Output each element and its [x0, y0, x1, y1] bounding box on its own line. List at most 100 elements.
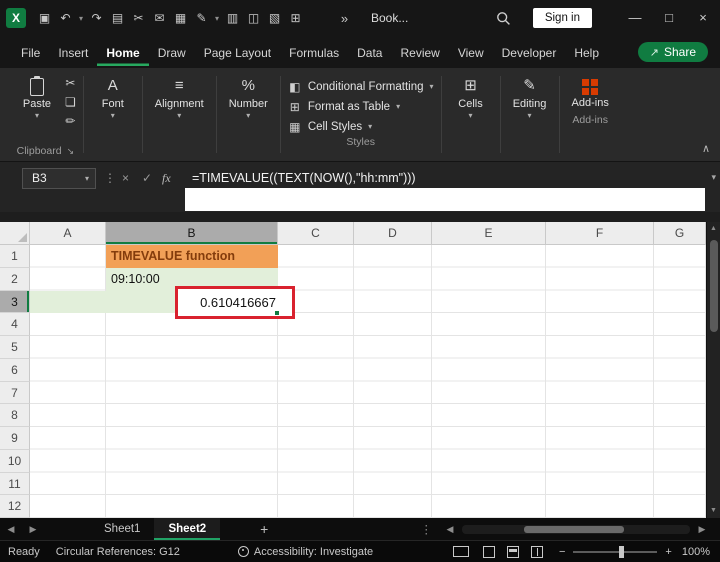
fill-handle[interactable] [274, 310, 280, 316]
maximize-button[interactable]: □ [652, 0, 686, 36]
row-header-11[interactable]: 11 [0, 472, 30, 496]
tab-file[interactable]: File [12, 39, 49, 66]
vertical-scrollbar[interactable]: ▲ ▼ [706, 222, 720, 518]
tabbar-splitter-icon[interactable]: ⋮ [421, 522, 433, 536]
tab-data[interactable]: Data [348, 39, 391, 66]
column-header-B[interactable]: B [106, 222, 278, 245]
scroll-up-icon[interactable]: ▲ [707, 222, 720, 236]
zoom-in-button[interactable]: + [665, 546, 671, 558]
editing-button[interactable]: ✎ Editing ▾ [508, 73, 552, 123]
excel-logo-icon[interactable]: X [6, 8, 26, 28]
row-header-12[interactable]: 12 [0, 495, 30, 518]
cancel-icon[interactable]: × [122, 171, 129, 185]
insert-function-icon[interactable]: fx [162, 171, 171, 186]
print-icon[interactable]: ▥ [222, 11, 243, 25]
column-header-F[interactable]: F [546, 222, 654, 245]
zoom-slider-thumb[interactable] [619, 545, 625, 558]
column-header-G[interactable]: G [654, 222, 706, 245]
conditional-formatting-button[interactable]: ◧ Conditional Formatting ▾ [288, 79, 433, 94]
tab-view[interactable]: View [449, 39, 493, 66]
zoom-level[interactable]: 100% [682, 546, 710, 558]
row-header-6[interactable]: 6 [0, 358, 30, 382]
alignment-button[interactable]: ≡ Alignment ▾ [150, 73, 209, 123]
view-page-break-icon[interactable] [530, 545, 543, 558]
enter-icon[interactable]: ✓ [142, 171, 152, 185]
tab-help[interactable]: Help [565, 39, 608, 66]
sheet-nav-left-icon[interactable]: ◀ [0, 524, 22, 535]
format-painter-button[interactable]: ✏ [65, 115, 76, 128]
column-header-E[interactable]: E [432, 222, 546, 245]
status-circular-references[interactable]: Circular References: G12 [56, 546, 180, 558]
horizontal-scroll-thumb[interactable] [524, 525, 624, 533]
tab-sheet1[interactable]: Sheet1 [90, 518, 154, 540]
workbook-icon[interactable]: ▤ [107, 11, 128, 25]
collapse-ribbon-icon[interactable]: ∧ [702, 142, 710, 155]
column-header-A[interactable]: A [30, 222, 106, 245]
addins-button[interactable]: Add-ins [567, 73, 614, 112]
cell-A3[interactable] [30, 290, 106, 314]
add-sheet-button[interactable]: + [254, 521, 274, 537]
sheet-nav-right-icon[interactable]: ▶ [22, 524, 44, 535]
chart-icon[interactable]: ▦ [170, 11, 191, 25]
tab-home[interactable]: Home [97, 39, 148, 66]
row-header-3[interactable]: 3 [0, 290, 30, 314]
clipboard-dialog-launcher[interactable]: ↘ [67, 146, 75, 157]
tab-draw[interactable]: Draw [149, 39, 195, 66]
h-scroll-left-icon[interactable]: ◀ [442, 524, 458, 535]
redo-icon[interactable]: ↷ [86, 11, 107, 25]
row-header-2[interactable]: 2 [0, 267, 30, 291]
paste-button[interactable]: Paste ▾ [15, 73, 59, 123]
formula-bar-expanded-area[interactable] [185, 188, 705, 211]
copy-button[interactable]: ❏ [65, 96, 76, 109]
horizontal-scrollbar[interactable] [462, 524, 690, 534]
view-normal-icon[interactable] [482, 545, 495, 558]
format-as-table-button[interactable]: ⊞ Format as Table ▾ [288, 99, 434, 114]
status-accessibility[interactable]: Accessibility: Investigate [237, 546, 373, 558]
mail-icon[interactable]: ✉ [149, 11, 170, 25]
tab-page-layout[interactable]: Page Layout [195, 39, 280, 66]
formula-input[interactable]: =TIMEVALUE((TEXT(NOW(),"hh:mm"))) [192, 171, 416, 185]
undo-chevron-icon[interactable]: ▾ [76, 14, 86, 23]
row-header-1[interactable]: 1 [0, 245, 30, 268]
tab-formulas[interactable]: Formulas [280, 39, 348, 66]
zoom-slider[interactable] [573, 545, 658, 558]
scroll-down-icon[interactable]: ▼ [707, 504, 720, 518]
tab-review[interactable]: Review [391, 39, 448, 66]
save-icon[interactable]: ▣ [34, 11, 55, 25]
select-all-corner[interactable] [0, 222, 30, 245]
cell-B1[interactable]: TIMEVALUE function [106, 245, 278, 268]
column-header-C[interactable]: C [278, 222, 354, 245]
row-header-5[interactable]: 5 [0, 336, 30, 359]
clipboard-icon[interactable]: ◫ [243, 11, 264, 25]
number-button[interactable]: % Number ▾ [224, 73, 273, 123]
view-page-layout-icon[interactable] [506, 545, 519, 558]
formula-bar-drag-handle[interactable]: ⋮ [104, 171, 116, 185]
sign-in-button[interactable]: Sign in [532, 8, 592, 28]
font-button[interactable]: A Font ▾ [91, 73, 135, 123]
tab-insert[interactable]: Insert [49, 39, 97, 66]
row-header-4[interactable]: 4 [0, 313, 30, 336]
vertical-scroll-thumb[interactable] [710, 240, 718, 332]
cells-button[interactable]: ⊞ Cells ▾ [449, 73, 493, 123]
share-button[interactable]: ↗ Share [637, 42, 708, 62]
row-header-9[interactable]: 9 [0, 427, 30, 450]
column-header-D[interactable]: D [354, 222, 432, 245]
undo-icon[interactable]: ↶ [55, 11, 76, 25]
table-icon[interactable]: ⊞ [285, 11, 306, 25]
search-icon[interactable] [496, 11, 511, 26]
row-header-7[interactable]: 7 [0, 381, 30, 405]
cut-button[interactable]: ✂ [65, 77, 76, 90]
cut-icon[interactable]: ✂ [128, 11, 149, 25]
close-button[interactable]: × [686, 0, 720, 36]
tab-developer[interactable]: Developer [493, 39, 566, 66]
display-settings-icon[interactable] [452, 546, 469, 557]
cell-styles-button[interactable]: ▦ Cell Styles ▾ [288, 119, 434, 134]
tab-sheet2[interactable]: Sheet2 [154, 518, 221, 540]
zoom-out-button[interactable]: − [559, 546, 565, 558]
row-header-8[interactable]: 8 [0, 404, 30, 427]
camera-icon[interactable]: ▧ [264, 11, 285, 25]
more-commands-icon[interactable]: » [334, 11, 355, 26]
pencil-icon[interactable]: ✎ [191, 11, 212, 25]
qat-chevron-icon[interactable]: ▾ [212, 14, 222, 23]
minimize-button[interactable]: — [618, 0, 652, 36]
